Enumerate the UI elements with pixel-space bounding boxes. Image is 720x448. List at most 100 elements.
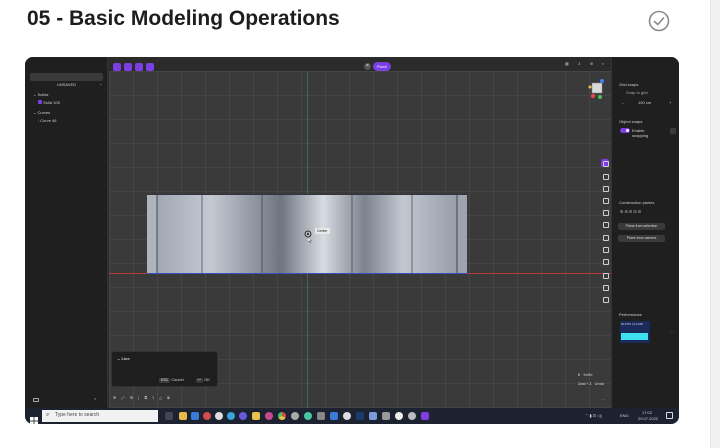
collapse-icon[interactable]: ⌃: [99, 83, 102, 88]
plane-from-camera-button[interactable]: Plane from camera: [618, 235, 665, 242]
enter-key: ↵: [196, 378, 203, 383]
app-icon-20[interactable]: [421, 412, 429, 420]
app-icon-3[interactable]: [203, 412, 211, 420]
view-cube-icon[interactable]: [587, 76, 607, 100]
mode-button-1[interactable]: [113, 63, 121, 71]
square-tool-button[interactable]: [601, 220, 609, 228]
line-tool-button[interactable]: [601, 159, 609, 167]
mail-icon[interactable]: [191, 412, 199, 420]
app-icon-5[interactable]: [227, 412, 235, 420]
grid-snaps-title: Grid snaps: [619, 82, 639, 87]
shape-tool-button[interactable]: [601, 271, 609, 279]
performance-bar: [621, 333, 648, 340]
app-icon-6[interactable]: [239, 412, 247, 420]
check-circle-icon[interactable]: [648, 10, 670, 32]
page-scrollbar[interactable]: [710, 0, 720, 448]
clock-time[interactable]: 17:02: [642, 410, 652, 415]
more-icon[interactable]: …: [601, 396, 605, 401]
shortcut-undo: Cmd + Z Undo: [576, 381, 604, 387]
app-icon-19[interactable]: [408, 412, 416, 420]
tree-item-curve[interactable]: / Curve 46: [38, 118, 56, 123]
settings-icon[interactable]: [395, 412, 403, 420]
line-title: ⌄ Line: [117, 356, 130, 361]
fixed-chip[interactable]: Fixed: [373, 62, 391, 71]
task-view-icon[interactable]: [165, 412, 173, 420]
cancel-action[interactable]: ESC Cancel: [159, 377, 184, 383]
performance-graph: 60 FPS | 0.0 MS: [620, 321, 650, 343]
unsaved-label: UNSAVED: [56, 82, 77, 87]
bend-tool-button[interactable]: [601, 257, 609, 265]
search-icon[interactable]: ⌕: [94, 396, 96, 401]
search-icon: ⌕: [46, 412, 50, 418]
app-icon-11[interactable]: [304, 412, 312, 420]
app-titlebar: ⌄ × Fixed ▦ ⅄ ⊕ ◐ – □ ×: [25, 57, 679, 71]
ok-action[interactable]: ↵ OK: [196, 377, 210, 383]
rectangle-tool-button[interactable]: [601, 208, 609, 216]
windows-taskbar: ⌕ Type here to search ⌃ ▮ ⊡ ◁) ENG 17:02…: [25, 408, 679, 424]
mode-button-3[interactable]: [135, 63, 143, 71]
tree-item-solid[interactable]: Solid 105: [38, 100, 60, 105]
view-icon-3[interactable]: ⊕: [590, 61, 593, 66]
performance-readout: 60 FPS | 0.0 MS: [621, 322, 643, 326]
tree-label: Solid 105: [43, 100, 60, 105]
clock-date[interactable]: 29.07.2022: [638, 416, 658, 421]
tree-group-curves[interactable]: ⌄ Curves: [33, 110, 50, 115]
arc-tool-button[interactable]: [601, 184, 609, 192]
lesson-page: 05 - Basic Modeling Operations ⌄ × Fixed…: [0, 0, 720, 448]
circle-tool-button[interactable]: [601, 196, 609, 204]
construction-planes-title: Construction planes: [619, 200, 655, 205]
curve-tool-button[interactable]: [601, 172, 609, 180]
line-command-panel: ⌄ Line ESC Cancel ↵ OK: [111, 351, 218, 387]
tree-label: Curves: [37, 110, 51, 115]
plane-from-selection-button[interactable]: Plane from selection: [618, 223, 665, 230]
system-tray-icons[interactable]: ⌃ ▮ ⊡ ◁): [585, 413, 602, 418]
grid-size-value[interactable]: 100 cm: [638, 100, 651, 105]
app-icon-8[interactable]: [265, 412, 273, 420]
notifications-icon[interactable]: [666, 412, 673, 419]
view-icon-1[interactable]: ▦: [565, 61, 569, 66]
snap-to-grid-label[interactable]: Snap to grid: [626, 90, 648, 95]
shortcut-key: K: [576, 373, 583, 378]
app-icon-10[interactable]: [291, 412, 299, 420]
curve-icon: /: [38, 118, 40, 123]
chrome-icon[interactable]: [278, 412, 286, 420]
mode-button-4[interactable]: [146, 63, 154, 71]
grid-increase-button[interactable]: +: [669, 100, 671, 105]
snap-options-button[interactable]: [670, 128, 676, 134]
app-icon-14[interactable]: [343, 412, 351, 420]
performance-menu-icon[interactable]: …: [670, 329, 674, 334]
app-icon-16[interactable]: [369, 412, 377, 420]
scissors-tool-button[interactable]: [601, 245, 609, 253]
tree-group-solids[interactable]: ⌄ Solids: [33, 92, 48, 97]
view-icon-4[interactable]: ◐: [602, 61, 604, 66]
grid-decrease-button[interactable]: –: [622, 100, 624, 105]
enable-snapping-toggle[interactable]: [620, 128, 630, 133]
view-icon-2[interactable]: ⅄: [578, 61, 580, 66]
shortcut-label: Undo: [594, 381, 605, 386]
sphere-tool-button[interactable]: [601, 283, 609, 291]
performance-title: Performance: [619, 312, 642, 317]
cylinder-tool-button[interactable]: [601, 295, 609, 303]
unsaved-button[interactable]: UNSAVED: [30, 73, 103, 87]
windows-start-icon[interactable]: [30, 412, 38, 424]
photoshop-icon[interactable]: [356, 412, 364, 420]
cancel-label: Cancel: [171, 377, 184, 382]
taskbar-search[interactable]: ⌕ Type here to search: [42, 410, 158, 422]
bottom-tools[interactable]: ✥ ⤢ ⊞ | ⧉ ⟟ △ ⧈: [113, 395, 172, 400]
shortcut-knife: K Knife: [576, 372, 593, 378]
language-indicator[interactable]: ENG: [620, 413, 629, 418]
app-icon-13[interactable]: [330, 412, 338, 420]
app-icon-7[interactable]: [252, 412, 260, 420]
close-chip-icon[interactable]: ×: [364, 63, 371, 70]
app-icon-12[interactable]: [317, 412, 325, 420]
file-explorer-icon[interactable]: [179, 412, 187, 420]
video-frame[interactable]: ⌄ × Fixed ▦ ⅄ ⊕ ◐ – □ × UNSAVED ⌃ ⌄ Soli…: [25, 57, 679, 424]
app-icon-4[interactable]: [215, 412, 223, 420]
plane-icons-row[interactable]: ⊞ ⊞ ⊞ ⊞ ⊞: [620, 209, 641, 214]
object-snaps-title: Object snaps: [619, 119, 643, 124]
folder-icon[interactable]: [33, 398, 39, 402]
mode-button-2[interactable]: [124, 63, 132, 71]
app-icon-17[interactable]: [382, 412, 390, 420]
spline-tool-button[interactable]: [601, 233, 609, 241]
mouse-pointer-icon: [308, 237, 312, 243]
